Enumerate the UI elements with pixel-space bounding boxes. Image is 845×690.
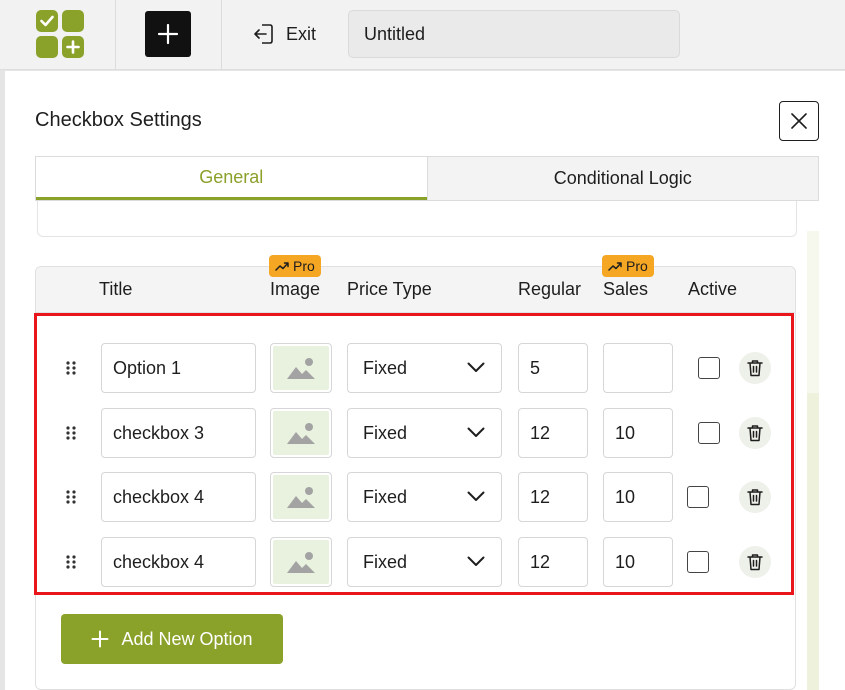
trash-icon [747,554,763,571]
options-table-header: Title Image Price Type Regular Sales Act… [36,267,795,313]
column-sales: Sales [603,279,649,299]
option-title-input[interactable]: checkbox 3 [101,408,256,458]
add-new-option-label: Add New Option [121,628,253,649]
price-type-select[interactable]: Fixed [347,472,502,522]
chevron-down-icon [467,556,485,566]
top-bar: Exit [0,0,845,70]
chevron-down-icon [467,362,485,372]
drag-handle-icon[interactable] [66,361,76,375]
price-type-value: Fixed [363,486,408,507]
active-checkbox[interactable] [698,422,720,444]
delete-option-button[interactable] [739,417,771,449]
add-new-option-button[interactable]: Add New Option [61,614,283,664]
option-row: checkbox 4 Fixed 12 10 [36,537,795,587]
delete-option-button[interactable] [739,352,771,384]
option-image-button[interactable] [270,537,332,587]
price-type-select[interactable]: Fixed [347,343,502,393]
trash-icon [747,360,763,377]
option-row: checkbox 3 Fixed 12 10 [36,408,795,458]
exit-icon [254,24,273,44]
regular-price-input[interactable]: 12 [518,537,588,587]
column-active: Active [688,279,738,299]
trending-up-icon [275,262,289,271]
pro-badge-sales: Pro [602,255,654,277]
option-image-button[interactable] [270,472,332,522]
delete-option-button[interactable] [739,481,771,513]
tab-conditional-logic[interactable]: Conditional Logic [426,157,818,200]
delete-option-button[interactable] [739,546,771,578]
option-image-button[interactable] [270,343,332,393]
scrollbar-thumb[interactable] [807,393,819,690]
regular-price-input[interactable]: 12 [518,472,588,522]
previous-section-card [37,201,797,237]
sales-price-input[interactable]: 10 [603,408,673,458]
trash-icon [747,425,763,442]
close-button[interactable] [779,101,819,141]
image-placeholder-icon [287,358,315,379]
exit-label: Exit [286,23,317,44]
regular-price-input[interactable]: 12 [518,408,588,458]
price-type-value: Fixed [363,551,408,572]
price-type-select[interactable]: Fixed [347,408,502,458]
sales-price-input[interactable]: 10 [603,472,673,522]
logo-icon [36,10,84,58]
sales-price-input[interactable] [603,343,673,393]
pro-badge-label: Pro [293,258,315,274]
column-regular: Regular [518,279,582,299]
option-row: Option 1 Fixed 5 [36,343,795,393]
trending-up-icon [608,262,622,271]
column-title: Title [99,279,133,299]
active-checkbox[interactable] [698,357,720,379]
plus-icon [91,630,109,648]
chevron-down-icon [467,427,485,437]
price-type-value: Fixed [363,357,408,378]
image-placeholder-icon [287,552,315,573]
active-checkbox[interactable] [687,486,709,508]
sales-price-input[interactable]: 10 [603,537,673,587]
trash-icon [747,489,763,506]
plus-icon [157,23,179,45]
column-image: Image [270,279,321,299]
image-placeholder-icon [287,487,315,508]
exit-button[interactable]: Exit [252,20,316,48]
column-price-type: Price Type [347,279,432,299]
drag-handle-icon[interactable] [66,490,76,504]
pro-badge-label: Pro [626,258,648,274]
option-title-input[interactable]: checkbox 4 [101,537,256,587]
drag-handle-icon[interactable] [66,426,76,440]
form-title-input[interactable] [348,10,680,58]
price-type-select[interactable]: Fixed [347,537,502,587]
option-title-input[interactable]: checkbox 4 [101,472,256,522]
add-element-button[interactable] [145,11,191,57]
panel-title: Checkbox Settings [35,109,202,131]
active-checkbox[interactable] [687,551,709,573]
settings-tabs: General Conditional Logic [35,156,819,201]
chevron-down-icon [467,491,485,501]
tab-general[interactable]: General [36,157,427,200]
image-placeholder-icon [287,423,315,444]
regular-price-input[interactable]: 5 [518,343,588,393]
drag-handle-icon[interactable] [66,555,76,569]
price-type-value: Fixed [363,422,408,443]
pro-badge-image: Pro [269,255,321,277]
option-image-button[interactable] [270,408,332,458]
checkbox-settings-panel: Checkbox Settings General Conditional Lo… [5,71,845,690]
close-icon [791,113,807,129]
option-title-input[interactable]: Option 1 [101,343,256,393]
option-row: checkbox 4 Fixed 12 10 [36,472,795,522]
